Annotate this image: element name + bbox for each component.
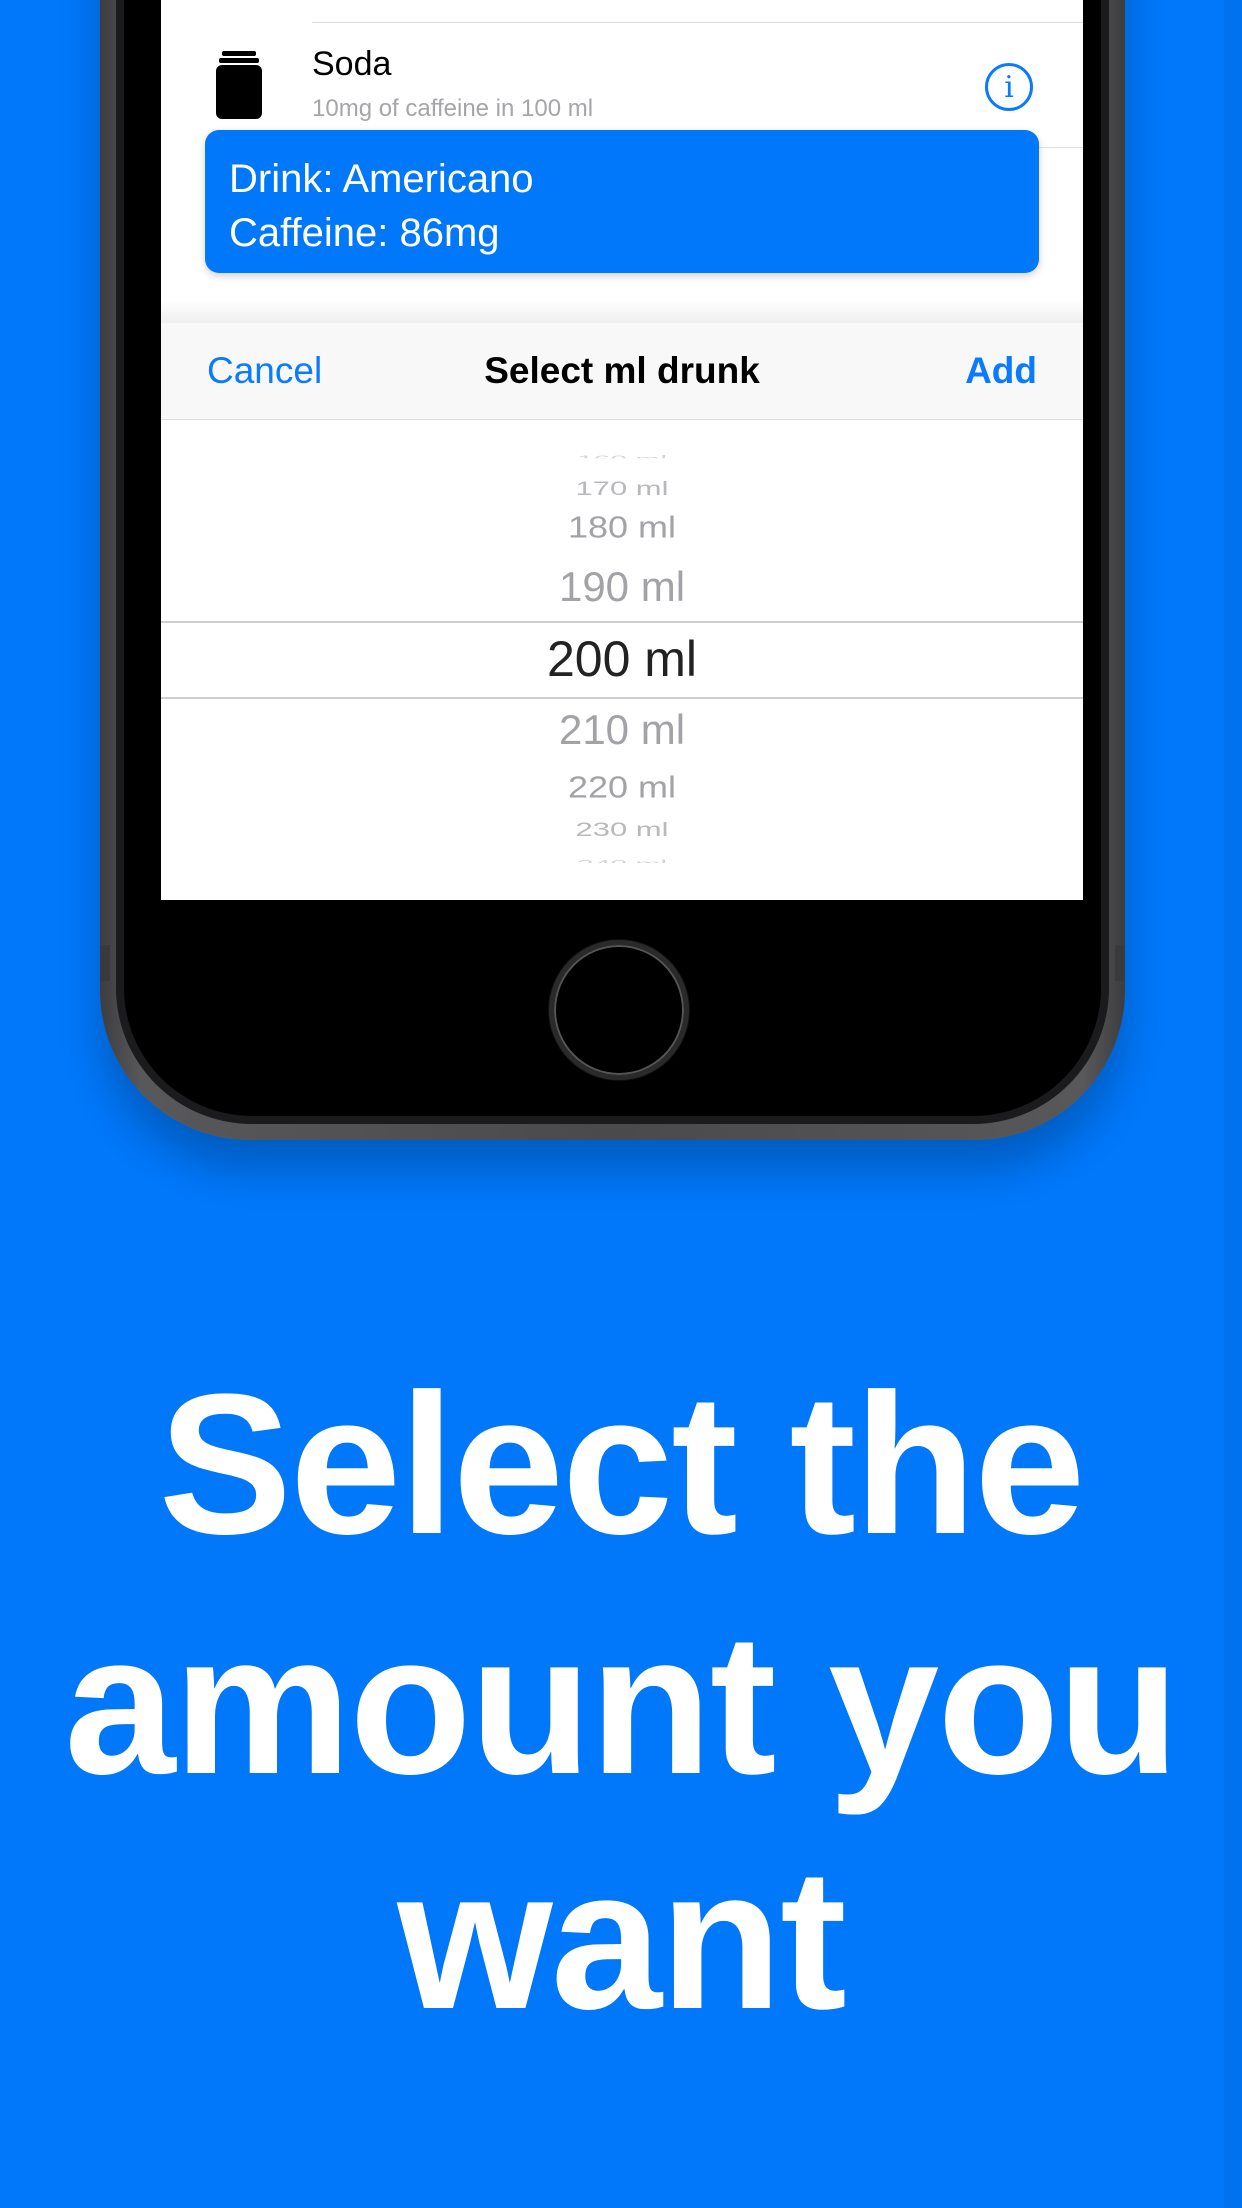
picker-selected-option[interactable]: 200 ml <box>161 629 1083 689</box>
picker-option[interactable]: 160 ml <box>161 454 1083 458</box>
drink-caffeine-subtitle: 10mg of caffeine in 100 ml <box>312 95 594 122</box>
picker-option[interactable]: 180 ml <box>161 511 1083 543</box>
picker-toolbar: Cancel Select ml drunk Add <box>161 323 1083 420</box>
picker-option[interactable]: 190 ml <box>161 566 1083 608</box>
info-icon[interactable]: i <box>985 63 1033 111</box>
picker-selection-bottom-line <box>161 697 1083 699</box>
sheet-shadow <box>161 300 1083 325</box>
picker-option[interactable]: 220 ml <box>161 771 1083 803</box>
toast-caffeine-label: Caffeine: 86mg <box>229 211 500 255</box>
picker-option[interactable]: 230 ml <box>161 820 1083 839</box>
drink-name: Soda <box>312 45 392 83</box>
soda-can-icon <box>216 51 262 119</box>
phone-side-button-right <box>1115 945 1125 981</box>
phone-side-button-left <box>100 945 110 981</box>
headline-line-1: Select the <box>158 1353 1086 1576</box>
home-button[interactable] <box>549 940 689 1080</box>
headline-line-2: amount you <box>64 1593 1179 1816</box>
ml-picker-wheel[interactable]: 160 ml 170 ml 180 ml 190 ml 200 ml 210 m… <box>161 421 1083 900</box>
phone-screen: Soda 10mg of caffeine in 100 ml i Drink:… <box>161 0 1083 900</box>
toast-drink-label: Drink: Americano <box>229 157 534 201</box>
picker-selection-top-line <box>161 621 1083 623</box>
drink-info-toast: Drink: Americano Caffeine: 86mg <box>205 130 1039 273</box>
picker-option[interactable]: 210 ml <box>161 709 1083 751</box>
picker-option[interactable]: 240 ml <box>161 859 1083 863</box>
headline-line-3: want <box>397 1828 847 2051</box>
picker-title: Select ml drunk <box>484 350 760 391</box>
picker-option[interactable]: 170 ml <box>161 479 1083 498</box>
add-button[interactable]: Add <box>965 350 1037 392</box>
